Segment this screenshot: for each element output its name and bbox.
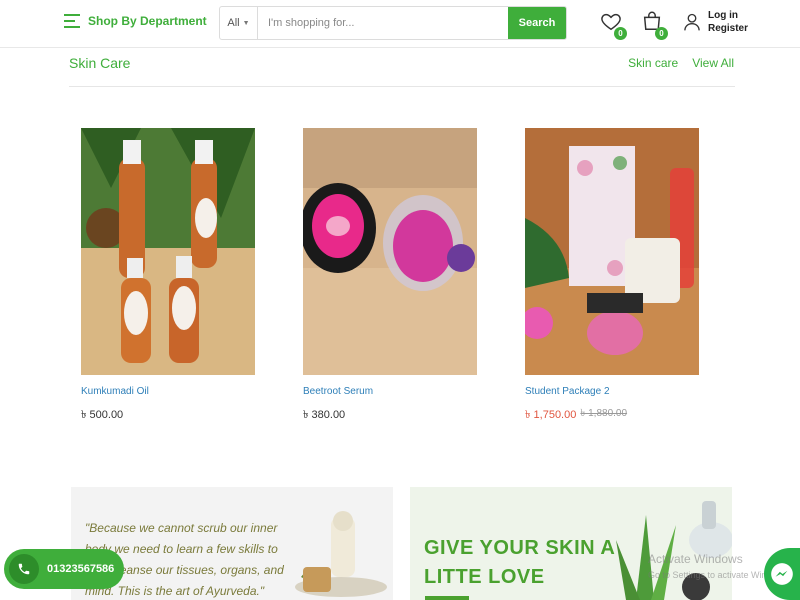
slogan-underline <box>425 596 469 600</box>
shop-by-department-button[interactable]: Shop By Department <box>64 14 207 28</box>
department-label: Shop By Department <box>88 14 207 28</box>
view-all-link[interactable]: View All <box>692 56 734 70</box>
site-header: Shop By Department All ▼ Search 0 0 <box>0 0 800 48</box>
cart-button[interactable]: 0 <box>641 10 668 40</box>
old-price: ৳ 1,880.00 <box>580 408 628 419</box>
login-register-link[interactable]: Log in Register <box>682 9 748 35</box>
messenger-icon <box>771 563 793 585</box>
page: Shop By Department All ▼ Search 0 0 <box>0 0 800 600</box>
product-image-kumkumadi-oil[interactable] <box>81 128 255 375</box>
sale-price: ৳ 1,750.00 <box>525 409 577 421</box>
wishlist-button[interactable]: 0 <box>600 10 627 40</box>
product-price: ৳ 1,750.00 ৳ 1,880.00 <box>525 406 699 425</box>
product-name[interactable]: Beetroot Serum <box>303 386 477 397</box>
product-name[interactable]: Student Package 2 <box>525 386 699 397</box>
slogan-line-1: GIVE YOUR SKIN A <box>424 537 616 559</box>
price-value: ৳ 500.00 <box>81 409 124 421</box>
ayurveda-quote-banner[interactable]: "Because we cannot scrub our inner body … <box>71 487 393 600</box>
price-value: ৳ 380.00 <box>303 409 346 421</box>
call-now-button[interactable]: 01323567586 <box>4 549 124 589</box>
product-image-beetroot-serum[interactable] <box>303 128 477 375</box>
chevron-down-icon: ▼ <box>242 19 250 27</box>
skin-love-banner[interactable]: GIVE YOUR SKIN A LITTE LOVE <box>410 487 732 600</box>
hamburger-icon <box>64 14 80 28</box>
product-card: Beetroot Serum ৳ 380.00 <box>303 128 477 425</box>
product-card: Student Package 2 ৳ 1,750.00 ৳ 1,880.00 <box>525 128 699 425</box>
product-price: ৳ 380.00 <box>303 406 477 425</box>
section-divider <box>69 86 735 87</box>
login-label: Log in <box>708 10 738 21</box>
herbal-pouch-image <box>295 511 387 597</box>
search-category-select[interactable]: All ▼ <box>220 7 258 39</box>
register-label: Register <box>708 23 749 34</box>
search-button[interactable]: Search <box>508 7 566 39</box>
wishlist-count-badge: 0 <box>614 27 627 40</box>
section-title: Skin Care <box>69 55 131 71</box>
product-name[interactable]: Kumkumadi Oil <box>81 386 255 397</box>
banner-slogan: GIVE YOUR SKIN A LITTE LOVE <box>424 534 615 592</box>
search-input[interactable] <box>258 7 508 39</box>
product-card: Kumkumadi Oil ৳ 500.00 <box>81 128 255 425</box>
skin-care-link[interactable]: Skin care <box>628 56 678 70</box>
phone-icon <box>9 554 39 584</box>
aloe-vera-image <box>616 501 732 600</box>
cart-count-badge: 0 <box>655 27 668 40</box>
section-links: Skin care View All <box>628 56 734 70</box>
search-bar: All ▼ Search <box>219 6 567 40</box>
product-price: ৳ 500.00 <box>81 406 255 425</box>
search-category-label: All <box>227 17 240 29</box>
phone-number: 01323567586 <box>47 563 115 575</box>
user-icon <box>684 13 700 31</box>
slogan-line-2: LITTE LOVE <box>424 566 545 588</box>
product-image-student-package-2[interactable] <box>525 128 699 375</box>
